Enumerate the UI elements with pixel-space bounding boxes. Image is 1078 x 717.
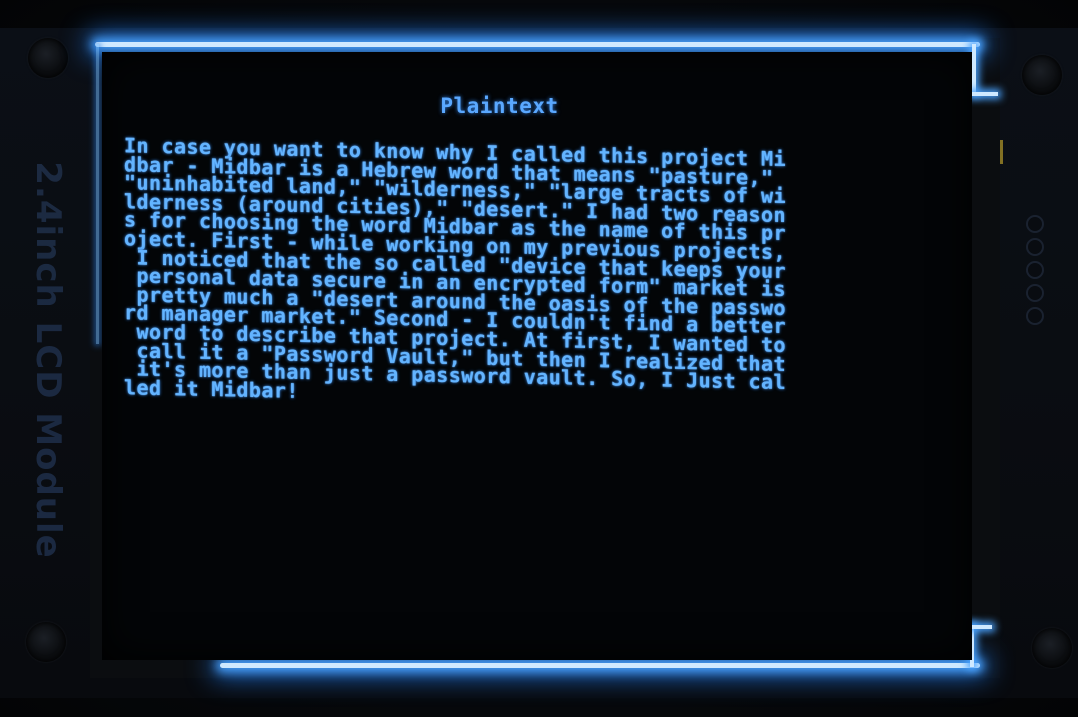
header-pin bbox=[1026, 307, 1044, 325]
mounting-hole-bottom-left bbox=[26, 622, 66, 662]
header-pin bbox=[1026, 238, 1044, 256]
header-pin bbox=[1026, 261, 1044, 279]
mounting-hole-bottom-right bbox=[1032, 628, 1072, 668]
backlight-glow-notch-bottom bbox=[970, 625, 992, 629]
module-silkscreen-label: 2.4inch LCD Module bbox=[28, 161, 68, 559]
header-pin bbox=[1026, 284, 1044, 302]
screen-title: Plaintext bbox=[440, 94, 559, 118]
backlight-glow-notch-top bbox=[972, 92, 998, 96]
header-pin bbox=[1026, 215, 1044, 233]
mounting-hole-top-right bbox=[1022, 55, 1062, 95]
lcd-display: Plaintext In case you want to know why I… bbox=[102, 52, 972, 660]
mounting-hole-top-left bbox=[28, 38, 68, 78]
backlight-glow-bottom bbox=[220, 663, 980, 668]
header-pins bbox=[1020, 215, 1050, 325]
backlight-glow-top bbox=[95, 42, 980, 47]
screen-text-block: In case you want to know why I called th… bbox=[124, 133, 869, 404]
photo-scene: 2.4inch LCD Module Plaintext In case you… bbox=[0, 0, 1078, 717]
backlight-glow-right-top bbox=[972, 44, 976, 94]
backlight-glow-left bbox=[96, 44, 99, 344]
